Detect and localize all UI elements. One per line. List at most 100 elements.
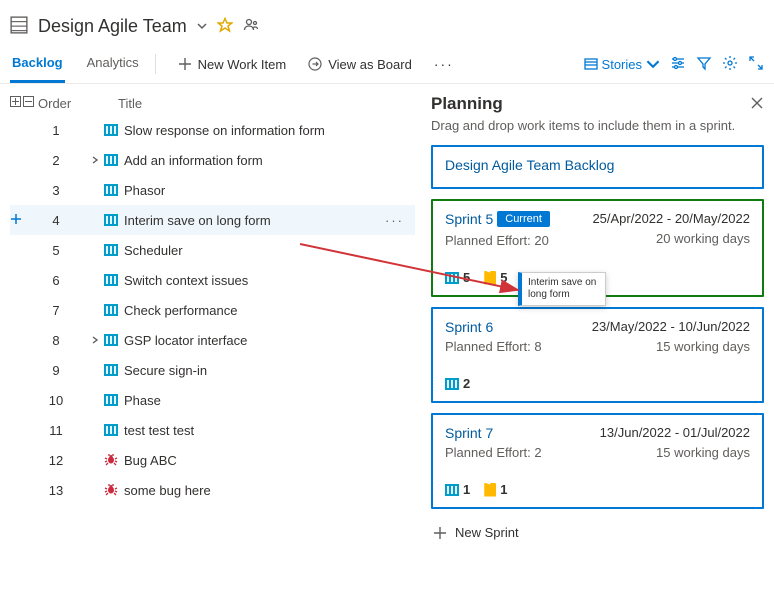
pbi-count: 2 [445,376,470,391]
row-order: 1 [38,123,88,138]
backlog-row[interactable]: 1Slow response on information form··· [10,115,415,145]
bug-icon [102,452,120,469]
backlog-card-title: Design Agile Team Backlog [445,157,750,173]
backlog-row[interactable]: 9Secure sign-in··· [10,355,415,385]
sprint-days: 15 working days [656,445,750,460]
row-order: 12 [38,453,88,468]
sprint-days: 15 working days [656,339,750,354]
team-members-icon[interactable] [243,17,259,36]
more-commands-button[interactable]: ··· [426,50,462,78]
backlog-row[interactable]: 11test test test··· [10,415,415,445]
backlog-row[interactable]: 10Phase··· [10,385,415,415]
board-icon [10,16,28,37]
backlog-row[interactable]: 12Bug ABC··· [10,445,415,475]
new-sprint-button[interactable]: New Sprint [431,519,764,546]
tab-analytics[interactable]: Analytics [85,45,141,83]
work-item-title[interactable]: Secure sign-in [120,363,385,378]
pbi-count: 5 [445,270,470,285]
favorite-star-icon[interactable] [217,17,233,36]
backlog-row[interactable]: 7Check performance··· [10,295,415,325]
row-more-button[interactable]: ··· [385,213,415,228]
view-as-board-label: View as Board [328,57,412,72]
row-order: 7 [38,303,88,318]
sprint-card[interactable]: Sprint 623/May/2022 - 10/Jun/2022Planned… [431,307,764,403]
work-item-title[interactable]: Check performance [120,303,385,318]
backlog-row[interactable]: 4 Interim save on long form··· [10,205,415,235]
work-item-title[interactable]: Interim save on long form [120,213,385,228]
work-item-title[interactable]: Phase [120,393,385,408]
row-order: 9 [38,363,88,378]
row-order: 5 [38,243,88,258]
row-order: 10 [38,393,88,408]
sprint-card[interactable]: Sprint 713/Jun/2022 - 01/Jul/2022Planned… [431,413,764,509]
sprint-days: 20 working days [656,231,750,246]
backlog-row[interactable]: 6Switch context issues··· [10,265,415,295]
bug-icon [102,482,120,499]
content-area: Order Title 1 Slow response on informatio… [0,84,774,590]
table-header: Order Title [10,92,415,115]
expand-chevron-icon[interactable] [88,156,102,164]
sprint-counts: 11 [445,482,750,497]
planning-title: Planning [431,94,503,114]
work-item-title[interactable]: Slow response on information form [120,123,385,138]
column-order[interactable]: Order [38,96,88,111]
team-picker-chevron[interactable] [197,19,207,34]
row-order: 2 [38,153,88,168]
expand-collapse-all[interactable] [10,96,38,111]
pbi-icon [102,394,120,406]
pbi-icon [102,244,120,256]
backlog-level-picker[interactable]: Stories [584,57,660,72]
view-as-board-button[interactable]: View as Board [300,51,420,78]
pbi-icon [102,334,120,346]
work-item-title[interactable]: GSP locator interface [120,333,385,348]
drag-ghost: Interim save on long form [518,272,606,306]
filter-icon[interactable] [696,55,712,74]
work-item-title[interactable]: Add an information form [120,153,385,168]
sprint-dates: 13/Jun/2022 - 01/Jul/2022 [600,425,750,440]
row-order: 13 [38,483,88,498]
pbi-icon [102,154,120,166]
close-icon[interactable] [750,96,764,113]
sprint-dates: 25/Apr/2022 - 20/May/2022 [592,211,750,226]
expand-chevron-icon[interactable] [88,336,102,344]
backlog-row[interactable]: 13some bug here··· [10,475,415,505]
add-child-icon[interactable] [10,213,22,228]
work-item-title[interactable]: Scheduler [120,243,385,258]
planning-subtitle: Drag and drop work items to include them… [431,118,764,133]
fullscreen-icon[interactable] [748,55,764,74]
work-item-title[interactable]: test test test [120,423,385,438]
page-title[interactable]: Design Agile Team [38,16,187,37]
pbi-icon [102,424,120,436]
pbi-icon [102,124,120,136]
row-order: 6 [38,273,88,288]
backlog-row[interactable]: 5Scheduler··· [10,235,415,265]
row-order: 11 [38,423,88,438]
new-work-item-button[interactable]: New Work Item [170,51,295,78]
backlog-card[interactable]: Design Agile Team Backlog [431,145,764,189]
row-order: 4 [38,213,88,228]
right-commands: Stories [584,55,764,74]
backlog-rows: 1 Slow response on information form ··· 2 Ad… [10,115,415,505]
planning-panel: Planning Drag and drop work items to inc… [415,84,774,590]
backlog-row[interactable]: 8GSP locator interface··· [10,325,415,355]
settings-gear-icon[interactable] [722,55,738,74]
row-order: 8 [38,333,88,348]
tab-backlog[interactable]: Backlog [10,45,65,83]
feature-count: 1 [484,482,507,497]
pbi-icon [102,274,120,286]
sprint-counts: 2 [445,376,750,391]
work-item-title[interactable]: Bug ABC [120,453,385,468]
backlog-row[interactable]: 3Phasor··· [10,175,415,205]
column-title[interactable]: Title [88,96,415,111]
backlog-row[interactable]: 2Add an information form··· [10,145,415,175]
work-item-title[interactable]: Phasor [120,183,385,198]
pbi-icon [102,184,120,196]
options-icon[interactable] [670,55,686,74]
pbi-count: 1 [445,482,470,497]
new-work-item-label: New Work Item [198,57,287,72]
work-item-title[interactable]: some bug here [120,483,385,498]
feature-count: 5 [484,270,507,285]
divider [155,54,156,74]
work-item-title[interactable]: Switch context issues [120,273,385,288]
new-sprint-label: New Sprint [455,525,519,540]
